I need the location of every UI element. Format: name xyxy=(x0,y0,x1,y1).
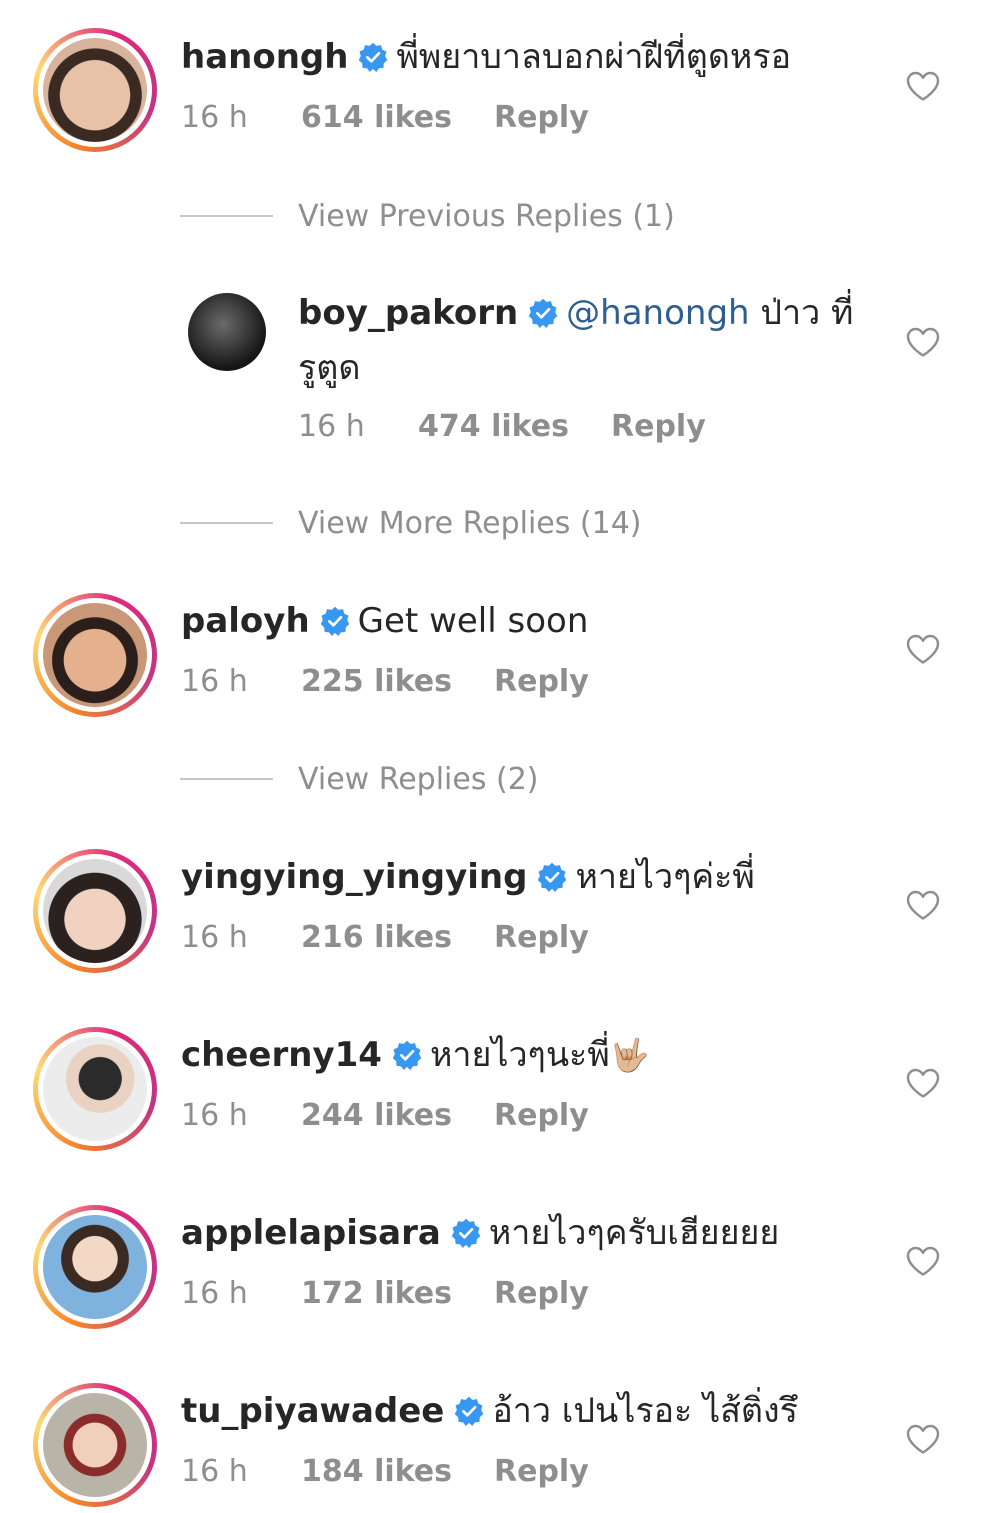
heart-outline-icon[interactable] xyxy=(905,1423,941,1455)
view-previous-replies[interactable]: View Previous Replies (1) xyxy=(180,196,675,236)
avatar[interactable] xyxy=(33,1383,157,1507)
reply-button[interactable]: Reply xyxy=(494,664,589,699)
username[interactable]: hanongh xyxy=(181,37,348,77)
heart-outline-icon[interactable] xyxy=(905,1245,941,1277)
comment-text: หายไวๆครับเฮียยยย xyxy=(488,1213,780,1253)
likes-count[interactable]: 474 likes xyxy=(418,409,611,444)
verified-badge-icon xyxy=(320,606,350,636)
divider xyxy=(180,522,273,524)
username[interactable]: applelapisara xyxy=(181,1213,441,1253)
divider xyxy=(180,778,273,780)
comment-text: หายไวๆค่ะพี่ xyxy=(575,857,755,897)
timestamp: 16 h xyxy=(298,409,365,444)
reply-button[interactable]: Reply xyxy=(494,1454,589,1489)
comment-text: พี่พยาบาลบอกผ่าฝีที่ตูดหรอ xyxy=(396,37,792,77)
verified-badge-icon xyxy=(451,1218,481,1248)
reply-button[interactable]: Reply xyxy=(494,1276,589,1311)
verified-badge-icon xyxy=(358,42,388,72)
timestamp: 16 h xyxy=(181,100,248,135)
reply-button[interactable]: Reply xyxy=(611,409,706,444)
username[interactable]: paloyh xyxy=(181,601,310,641)
username[interactable]: yingying_yingying xyxy=(181,857,527,897)
avatar[interactable] xyxy=(188,293,266,371)
rock-on-emoji: 🤟🏼 xyxy=(609,1036,650,1074)
heart-outline-icon[interactable] xyxy=(905,326,941,358)
username[interactable]: boy_pakorn xyxy=(298,293,518,333)
likes-count[interactable]: 172 likes xyxy=(301,1276,494,1311)
avatar[interactable] xyxy=(33,28,157,152)
timestamp: 16 h xyxy=(181,664,248,699)
verified-badge-icon xyxy=(528,298,558,328)
likes-count[interactable]: 184 likes xyxy=(301,1454,494,1489)
comment-text: หายไวๆนะพี่ xyxy=(429,1035,610,1075)
avatar[interactable] xyxy=(33,1027,157,1151)
heart-outline-icon[interactable] xyxy=(905,1067,941,1099)
mention-link[interactable]: @hanongh xyxy=(566,293,749,333)
reply-button[interactable]: Reply xyxy=(494,920,589,955)
verified-badge-icon xyxy=(454,1396,484,1426)
reply-button[interactable]: Reply xyxy=(494,1098,589,1133)
avatar[interactable] xyxy=(33,593,157,717)
likes-count[interactable]: 225 likes xyxy=(301,664,494,699)
avatar[interactable] xyxy=(33,1205,157,1329)
likes-count[interactable]: 244 likes xyxy=(301,1098,494,1133)
verified-badge-icon xyxy=(392,1040,422,1070)
timestamp: 16 h xyxy=(181,920,248,955)
view-replies[interactable]: View Replies (2) xyxy=(180,759,539,799)
heart-outline-icon[interactable] xyxy=(905,633,941,665)
likes-count[interactable]: 216 likes xyxy=(301,920,494,955)
view-more-replies[interactable]: View More Replies (14) xyxy=(180,503,642,543)
heart-outline-icon[interactable] xyxy=(905,889,941,921)
divider xyxy=(180,215,273,217)
reply-button[interactable]: Reply xyxy=(494,100,589,135)
heart-outline-icon[interactable] xyxy=(905,70,941,102)
comment-text: Get well soon xyxy=(357,601,589,641)
username[interactable]: tu_piyawadee xyxy=(181,1391,444,1431)
comment-text: ป่าว ที่ xyxy=(749,293,854,333)
username[interactable]: cheerny14 xyxy=(181,1035,382,1075)
avatar[interactable] xyxy=(33,849,157,973)
comment-text-continued: รูตูด xyxy=(298,348,361,388)
timestamp: 16 h xyxy=(181,1276,248,1311)
timestamp: 16 h xyxy=(181,1454,248,1489)
comment-text: อ้าว เปนไรอะ ไส้ติ่งรึ xyxy=(492,1391,798,1431)
likes-count[interactable]: 614 likes xyxy=(301,100,494,135)
timestamp: 16 h xyxy=(181,1098,248,1133)
verified-badge-icon xyxy=(537,862,567,892)
